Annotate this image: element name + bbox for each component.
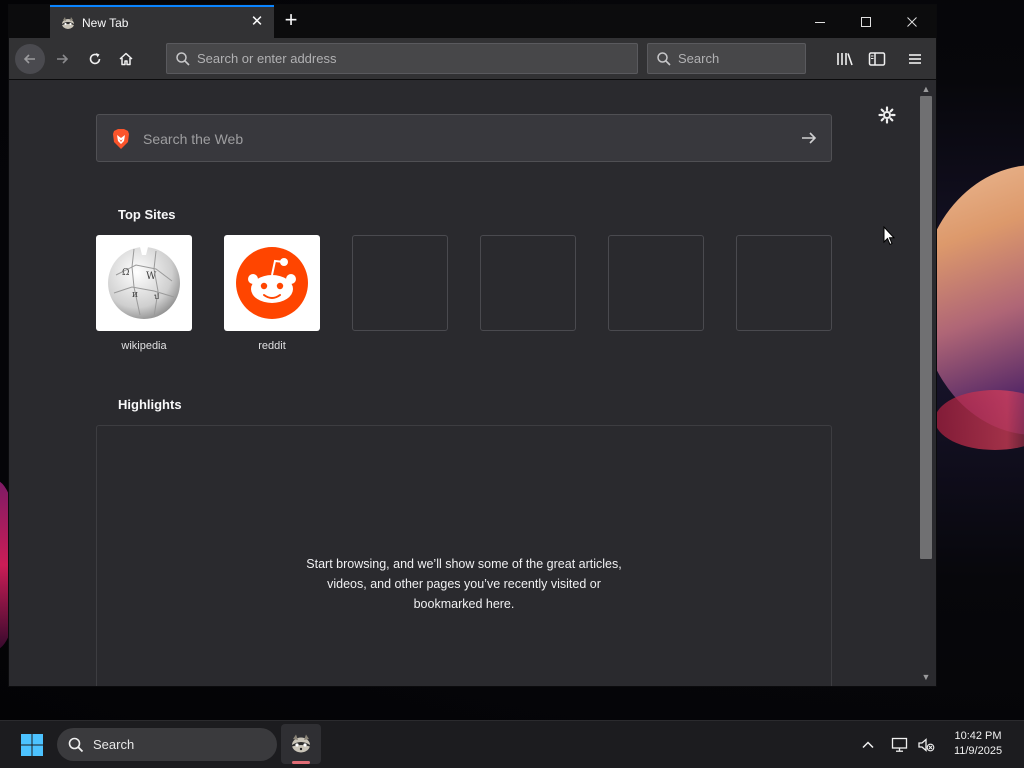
menu-button[interactable] — [902, 46, 928, 72]
top-site-tile-reddit[interactable] — [224, 235, 320, 331]
volume-muted-icon — [918, 738, 935, 752]
search-icon — [68, 737, 84, 753]
raccoon-icon — [292, 734, 310, 753]
volume-status-button[interactable] — [916, 735, 936, 755]
back-button[interactable] — [15, 44, 45, 74]
taskbar-search-label: Search — [93, 737, 135, 752]
close-icon — [907, 16, 917, 27]
empty-top-site-slot[interactable] — [480, 235, 576, 331]
taskbar: Search 10:42 PM 11/9/2025 — [0, 720, 1024, 768]
toolbar-search-box[interactable]: Search — [647, 43, 806, 74]
network-icon — [891, 737, 908, 752]
sidebar-toggle-button[interactable] — [864, 46, 890, 72]
reload-button[interactable] — [80, 44, 110, 74]
home-button[interactable] — [111, 44, 141, 74]
web-search-placeholder: Search the Web — [143, 131, 244, 147]
browser-window: New Tab ✕ + Search or enter address Sear… — [9, 5, 936, 686]
highlights-empty-line: Start browsing, and we’ll show some of t… — [306, 557, 622, 571]
title-bar: New Tab ✕ + — [9, 5, 936, 38]
brave-lion-icon — [109, 127, 133, 151]
highlights-empty-message: Start browsing, and we’ll show some of t… — [97, 554, 831, 614]
taskbar-search[interactable]: Search — [57, 728, 277, 761]
svg-text:ป: ป — [154, 292, 159, 301]
start-button[interactable] — [14, 732, 50, 758]
top-sites-heading: Top Sites — [118, 207, 176, 222]
highlights-empty-line: bookmarked here. — [413, 597, 515, 611]
top-site-tile-wikipedia[interactable]: Ω W и ป — [96, 235, 192, 331]
search-submit-arrow-icon[interactable] — [799, 128, 819, 148]
navigation-toolbar: Search or enter address Search — [9, 38, 936, 80]
tab-title: New Tab — [82, 16, 129, 30]
show-hidden-icons-button[interactable] — [858, 735, 878, 755]
windows-logo-icon — [21, 734, 43, 756]
library-button[interactable] — [832, 46, 858, 72]
search-icon — [656, 51, 672, 67]
reload-icon — [89, 53, 101, 65]
active-app-indicator — [292, 761, 310, 764]
top-site-label: reddit — [258, 340, 286, 352]
svg-text:и: и — [132, 290, 138, 300]
empty-top-site-slot[interactable] — [352, 235, 448, 331]
tab-close-icon[interactable]: ✕ — [248, 13, 266, 31]
maximize-icon — [861, 16, 871, 27]
top-site-label: wikipedia — [121, 340, 167, 352]
minimize-button[interactable] — [797, 5, 843, 38]
svg-text:W: W — [146, 271, 157, 282]
address-placeholder: Search or enter address — [197, 51, 337, 66]
highlights-heading: Highlights — [118, 397, 182, 412]
vertical-scrollbar[interactable]: ▲ ▼ — [916, 80, 936, 686]
search-icon — [175, 51, 191, 67]
tab-new-tab[interactable]: New Tab ✕ — [50, 5, 274, 38]
chevron-up-icon — [862, 741, 874, 749]
clock-time: 10:42 PM — [954, 730, 1002, 742]
close-window-button[interactable] — [889, 5, 935, 38]
highlights-empty-line: videos, and other pages you’ve recently … — [327, 577, 601, 591]
forward-button[interactable] — [47, 44, 77, 74]
gear-icon[interactable] — [877, 105, 897, 125]
empty-top-site-slot[interactable] — [608, 235, 704, 331]
wikipedia-globe-icon: Ω W и ป — [108, 247, 180, 319]
scroll-thumb[interactable] — [920, 96, 932, 559]
maximize-button[interactable] — [843, 5, 889, 38]
new-tab-page: Search the Web Top Sites Ω W и ป wikiped… — [9, 80, 916, 686]
tab-strip-spacer — [9, 5, 49, 38]
wallpaper-shape — [935, 390, 1024, 450]
address-bar[interactable]: Search or enter address — [166, 43, 638, 74]
search-placeholder: Search — [678, 51, 720, 66]
new-tab-button[interactable]: + — [279, 9, 303, 33]
scroll-up-arrow-icon[interactable]: ▲ — [920, 83, 932, 95]
back-arrow-icon — [23, 54, 35, 64]
reddit-icon — [236, 247, 308, 319]
empty-top-site-slot[interactable] — [736, 235, 832, 331]
svg-text:Ω: Ω — [122, 268, 129, 278]
clock-date: 11/9/2025 — [953, 745, 1003, 757]
raccoon-icon — [60, 15, 76, 31]
scroll-down-arrow-icon[interactable]: ▼ — [920, 671, 932, 683]
sidebar-icon — [868, 52, 886, 66]
taskbar-browser-app[interactable] — [281, 724, 321, 764]
library-icon — [837, 53, 853, 66]
highlights-panel: Start browsing, and we’ll show some of t… — [96, 425, 832, 686]
minimize-icon — [815, 21, 825, 23]
home-icon — [119, 52, 133, 66]
system-clock[interactable]: 10:42 PM 11/9/2025 — [940, 729, 1016, 759]
mouse-cursor-icon — [883, 225, 896, 246]
forward-arrow-icon — [57, 54, 69, 64]
web-search-box[interactable]: Search the Web — [96, 114, 832, 162]
hamburger-menu-icon — [909, 54, 921, 64]
network-status-button[interactable] — [890, 735, 910, 755]
